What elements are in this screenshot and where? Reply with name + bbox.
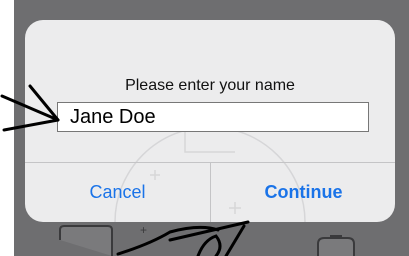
name-prompt-dialog: Please enter your name Jane Doe Cancel C… <box>25 20 395 222</box>
dialog-title: Please enter your name <box>125 77 295 94</box>
continue-button[interactable]: Continue <box>211 162 395 222</box>
background-trash-icon <box>317 237 355 256</box>
cancel-button[interactable]: Cancel <box>25 162 210 222</box>
background-device-icon <box>59 225 113 256</box>
background-plus-mark: + <box>140 223 147 237</box>
left-margin <box>0 0 14 256</box>
name-input[interactable]: Jane Doe <box>57 102 369 132</box>
name-input-value: Jane Doe <box>58 103 230 131</box>
